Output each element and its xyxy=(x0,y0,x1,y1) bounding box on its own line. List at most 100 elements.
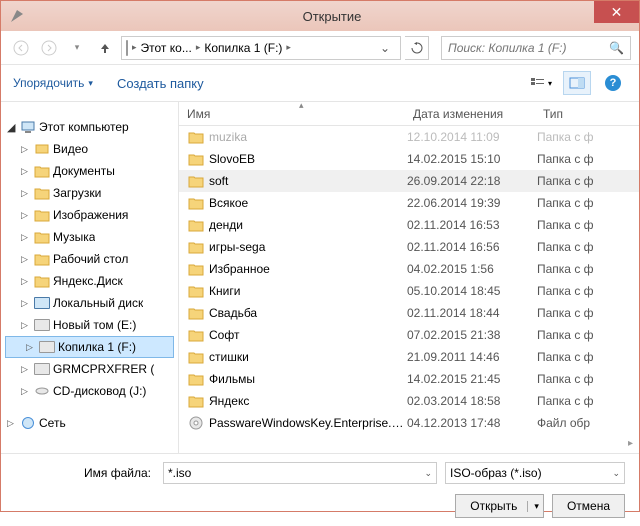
folder-icon xyxy=(187,283,205,299)
file-row[interactable]: muzika12.10.2014 11:09Папка с ф xyxy=(179,126,639,148)
file-name: Всякое xyxy=(209,196,407,210)
file-date: 02.03.2014 18:58 xyxy=(407,394,537,408)
twisty-collapsed-icon[interactable]: ▷ xyxy=(21,254,31,265)
tree-item[interactable]: ▷ Изображения xyxy=(1,204,178,226)
twisty-collapsed-icon[interactable]: ▷ xyxy=(21,188,31,199)
tree-item[interactable]: ▷Новый том (E:) xyxy=(1,314,178,336)
file-row[interactable]: Свадьба02.11.2014 18:44Папка с ф xyxy=(179,302,639,324)
folder-icon xyxy=(34,383,50,399)
refresh-button[interactable] xyxy=(405,36,429,60)
folder-icon xyxy=(34,273,50,289)
twisty-expanded-icon[interactable]: ◢ xyxy=(7,121,17,134)
file-type: Папка с ф xyxy=(537,196,594,210)
file-date: 21.09.2011 14:46 xyxy=(407,350,537,364)
twisty-collapsed-icon[interactable]: ▷ xyxy=(21,144,31,155)
file-row[interactable]: SlovoEB14.02.2015 15:10Папка с ф xyxy=(179,148,639,170)
file-type: Папка с ф xyxy=(537,394,594,408)
titlebar: Открытие ✕ xyxy=(1,1,639,31)
filename-input[interactable]: *.iso ⌄ xyxy=(163,462,437,484)
up-button[interactable] xyxy=(93,36,117,60)
breadcrumb[interactable]: ▸ Этот ко... ▸ Копилка 1 (F:) ▸ ⌄ xyxy=(121,36,401,60)
file-row[interactable]: Книги05.10.2014 18:45Папка с ф xyxy=(179,280,639,302)
file-row[interactable]: стишки21.09.2011 14:46Папка с ф xyxy=(179,346,639,368)
close-button[interactable]: ✕ xyxy=(594,1,639,23)
twisty-collapsed-icon[interactable]: ▷ xyxy=(21,166,31,177)
file-type: Папка с ф xyxy=(537,328,594,342)
breadcrumb-dropdown[interactable]: ⌄ xyxy=(374,41,396,55)
tree-item-label: Загрузки xyxy=(53,186,101,200)
tree-item[interactable]: ▷CD-дисковод (J:) xyxy=(1,380,178,402)
twisty-collapsed-icon[interactable]: ▷ xyxy=(26,342,36,353)
tree-item[interactable]: ▷Копилка 1 (F:) xyxy=(5,336,174,358)
file-name: Фильмы xyxy=(209,372,407,386)
folder-icon xyxy=(187,371,205,387)
tree-item-label: Изображения xyxy=(53,208,128,222)
help-button[interactable]: ? xyxy=(599,71,627,95)
tree-item[interactable]: ▷ Документы xyxy=(1,160,178,182)
tree-root[interactable]: ◢ Этот компьютер xyxy=(1,116,178,138)
forward-button[interactable] xyxy=(37,36,61,60)
tree-item[interactable]: ▷GRMCPRXFRER ( xyxy=(1,358,178,380)
tree-item[interactable]: ▷ Рабочий стол xyxy=(1,248,178,270)
col-date[interactable]: Дата изменения xyxy=(405,102,535,125)
cancel-button[interactable]: Отмена xyxy=(552,494,625,518)
file-row[interactable]: денди02.11.2014 16:53Папка с ф xyxy=(179,214,639,236)
twisty-collapsed-icon[interactable]: ▷ xyxy=(21,232,31,243)
file-row[interactable]: Всякое22.06.2014 19:39Папка с ф xyxy=(179,192,639,214)
back-button[interactable] xyxy=(9,36,33,60)
tree-item[interactable]: ▷ Загрузки xyxy=(1,182,178,204)
twisty-collapsed-icon[interactable]: ▷ xyxy=(7,418,17,429)
breadcrumb-seg-2[interactable]: Копилка 1 (F:) xyxy=(204,41,282,55)
tree-item-label: Рабочий стол xyxy=(53,252,128,266)
search-box[interactable]: 🔍 xyxy=(441,36,631,60)
search-input[interactable] xyxy=(448,41,609,55)
open-button[interactable]: Открыть ▾ xyxy=(455,494,544,518)
folder-icon xyxy=(187,173,205,189)
tree-item-label: Видео xyxy=(53,142,88,156)
file-row[interactable]: Яндекс02.03.2014 18:58Папка с ф xyxy=(179,390,639,412)
file-date: 05.10.2014 18:45 xyxy=(407,284,537,298)
window-title: Открытие xyxy=(25,9,639,24)
filename-value: *.iso xyxy=(168,466,191,480)
file-row[interactable]: Избранное04.02.2015 1:56Папка с ф xyxy=(179,258,639,280)
file-type: Папка с ф xyxy=(537,306,594,320)
chevron-down-icon[interactable]: ⌄ xyxy=(424,468,432,479)
filter-select[interactable]: ISO-образ (*.iso) ⌄ xyxy=(445,462,625,484)
view-menu[interactable]: ▾ xyxy=(527,71,555,95)
col-type[interactable]: Тип xyxy=(535,102,639,125)
file-date: 12.10.2014 11:09 xyxy=(407,130,537,144)
file-name: Софт xyxy=(209,328,407,342)
file-row[interactable]: PasswareWindowsKey.Enterprise.11.0.357..… xyxy=(179,412,639,434)
tree-item[interactable]: ▷Яндекс.Диск xyxy=(1,270,178,292)
file-list: ▴ Имя Дата изменения Тип muzika12.10.201… xyxy=(179,102,639,453)
tree-panel: ◢ Этот компьютер ▷ Видео ▷ Документы ▷ Загруз… xyxy=(1,102,179,453)
twisty-collapsed-icon[interactable]: ▷ xyxy=(21,320,31,331)
folder-icon xyxy=(187,151,205,167)
breadcrumb-seg-1[interactable]: Этот ко... xyxy=(141,41,192,55)
col-name[interactable]: Имя xyxy=(179,102,405,125)
open-dropdown-icon[interactable]: ▾ xyxy=(527,501,539,512)
tree-item[interactable]: ▷ Видео xyxy=(1,138,178,160)
tree-item[interactable]: ▷Музыка xyxy=(1,226,178,248)
scroll-right-icon[interactable]: ▸ xyxy=(628,438,633,449)
tree-item-label: Документы xyxy=(53,164,115,178)
file-row[interactable]: игры-sega02.11.2014 16:56Папка с ф xyxy=(179,236,639,258)
twisty-collapsed-icon[interactable]: ▷ xyxy=(21,298,31,309)
file-row[interactable]: Фильмы14.02.2015 21:45Папка с ф xyxy=(179,368,639,390)
preview-pane-button[interactable] xyxy=(563,71,591,95)
twisty-collapsed-icon[interactable]: ▷ xyxy=(21,364,31,375)
organize-menu[interactable]: Упорядочить ▾ xyxy=(13,76,93,90)
drive-icon xyxy=(126,41,128,55)
twisty-collapsed-icon[interactable]: ▷ xyxy=(21,210,31,221)
new-folder-button[interactable]: Создать папку xyxy=(117,76,204,91)
recent-dropdown[interactable]: ▾ xyxy=(65,36,89,60)
file-type: Файл обр xyxy=(537,416,590,430)
file-row[interactable]: Софт07.02.2015 21:38Папка с ф xyxy=(179,324,639,346)
file-type: Папка с ф xyxy=(537,262,594,276)
tree-network[interactable]: ▷ Сеть xyxy=(1,412,178,434)
twisty-collapsed-icon[interactable]: ▷ xyxy=(21,386,31,397)
file-row[interactable]: soft26.09.2014 22:18Папка с ф xyxy=(179,170,639,192)
tree-item[interactable]: ▷Локальный диск xyxy=(1,292,178,314)
twisty-collapsed-icon[interactable]: ▷ xyxy=(21,276,31,287)
chevron-down-icon[interactable]: ⌄ xyxy=(612,468,620,479)
